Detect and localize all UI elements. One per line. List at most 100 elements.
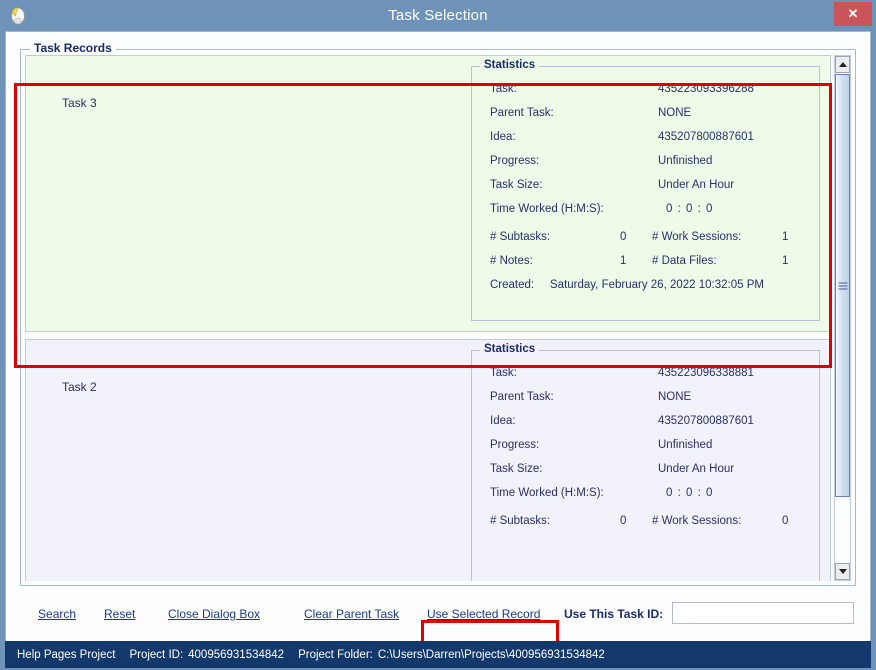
- status-project-id-label: Project ID:: [129, 649, 183, 661]
- stat-row-parent-task: Parent Task: NONE: [472, 107, 819, 131]
- window-title: Task Selection: [0, 7, 876, 24]
- work-sessions-value: 1: [782, 231, 788, 243]
- use-selected-label: se Selected Record: [436, 607, 541, 621]
- stat-row-task: Task: 435223096338881: [472, 367, 819, 391]
- task-record-row[interactable]: Task 2 Statistics Task: 435223096338881: [25, 339, 831, 581]
- stat-row-progress: Progress: Unfinished: [472, 439, 819, 463]
- subtasks-value: 0: [620, 515, 626, 527]
- clear-parent-label: arent Task: [344, 607, 399, 621]
- subtasks-value: 0: [620, 231, 626, 243]
- parent-task-value: NONE: [658, 107, 691, 119]
- stat-row-notes-datafiles: # Notes: 1 # Data Files: 1: [472, 255, 819, 279]
- subtasks-label: # Subtasks:: [490, 515, 550, 527]
- idea-value: 435207800887601: [658, 131, 754, 143]
- work-sessions-label: # Work Sessions:: [652, 515, 741, 527]
- time-worked-value: 0 : 0 : 0: [666, 487, 713, 499]
- notes-label: # Notes:: [490, 255, 533, 267]
- data-files-label: # Data Files:: [652, 255, 717, 267]
- reset-mnemonic: R: [104, 607, 113, 621]
- close-button[interactable]: ✕: [834, 2, 872, 26]
- stat-row-created: Created: Saturday, February 26, 2022 10:…: [472, 279, 819, 303]
- statistics-groupbox: Statistics Task: 435223096338881 Parent …: [471, 350, 820, 581]
- use-this-task-id-input[interactable]: [672, 602, 854, 624]
- use-this-task-id-label: Use This Task ID:: [564, 607, 663, 621]
- use-selected-mnemonic: U: [427, 607, 436, 621]
- statistics-groupbox: Statistics Task: 435223093396288 Parent …: [471, 66, 820, 321]
- progress-value: Unfinished: [658, 155, 712, 167]
- task-selection-window: Task Selection ✕ Task Records Task 3 Sta…: [0, 0, 876, 670]
- task-label: Task:: [490, 367, 517, 379]
- scrollbar-thumb[interactable]: [835, 74, 850, 497]
- close-dialog-mnemonic: C: [168, 607, 177, 621]
- parent-task-label: Parent Task:: [490, 107, 554, 119]
- progress-value: Unfinished: [658, 439, 712, 451]
- task-size-value: Under An Hour: [658, 463, 734, 475]
- task-size-label: Task Size:: [490, 463, 542, 475]
- arrow-up-icon: [839, 62, 847, 67]
- records-area: Task 3 Statistics Task: 435223093396288: [25, 55, 851, 581]
- task-value: 435223093396288: [658, 83, 754, 95]
- reset-button[interactable]: Reset: [104, 607, 135, 621]
- clear-parent-pre: Clear: [304, 607, 336, 621]
- status-project-folder-label: Project Folder:: [298, 649, 373, 661]
- status-project-name: Help Pages Project: [17, 649, 115, 661]
- status-project-id-value: 400956931534842: [188, 649, 284, 661]
- subtasks-label: # Subtasks:: [490, 231, 550, 243]
- clear-parent-task-button[interactable]: Clear Parent Task: [304, 607, 399, 621]
- task-label: Task:: [490, 83, 517, 95]
- status-project-folder-value: C:\Users\Darren\Projects\400956931534842: [378, 649, 605, 661]
- record-name: Task 2: [62, 380, 97, 394]
- bottom-toolbar: Search Reset Close Dialog Box Clear Pare…: [20, 596, 856, 641]
- statistics-rows: Task: 435223093396288 Parent Task: NONE …: [472, 67, 819, 303]
- stat-row-idea: Idea: 435207800887601: [472, 131, 819, 155]
- stat-row-idea: Idea: 435207800887601: [472, 415, 819, 439]
- progress-label: Progress:: [490, 439, 539, 451]
- task-records-groupbox: Task Records Task 3 Statistics Task:: [20, 49, 856, 586]
- stat-row-subtasks-sessions: # Subtasks: 0 # Work Sessions: 0: [472, 515, 819, 539]
- idea-label: Idea:: [490, 131, 516, 143]
- stat-row-subtasks-sessions: # Subtasks: 0 # Work Sessions: 1: [472, 231, 819, 255]
- data-files-value: 1: [782, 255, 788, 267]
- time-worked-label: Time Worked (H:M:S):: [490, 487, 604, 499]
- time-worked-value: 0 : 0 : 0: [666, 203, 713, 215]
- work-sessions-value: 0: [782, 515, 788, 527]
- app-mouse-icon: [7, 4, 29, 26]
- progress-label: Progress:: [490, 155, 539, 167]
- search-label: earch: [46, 607, 76, 621]
- parent-task-value: NONE: [658, 391, 691, 403]
- close-dialog-box-button[interactable]: Close Dialog Box: [168, 607, 260, 621]
- client-area: Task Records Task 3 Statistics Task:: [5, 31, 871, 641]
- use-selected-record-button[interactable]: Use Selected Record: [427, 607, 540, 621]
- stat-row-time-worked: Time Worked (H:M:S): 0 : 0 : 0: [472, 487, 819, 515]
- records-vertical-scrollbar[interactable]: [834, 55, 851, 581]
- idea-value: 435207800887601: [658, 415, 754, 427]
- statusbar: Help Pages Project Project ID: 400956931…: [5, 641, 871, 668]
- scroll-up-button[interactable]: [835, 56, 850, 73]
- task-size-value: Under An Hour: [658, 179, 734, 191]
- clear-parent-mnemonic: P: [336, 607, 344, 621]
- record-name: Task 3: [62, 96, 97, 110]
- record-name-column: Task 3: [26, 56, 469, 331]
- reset-label: eset: [113, 607, 136, 621]
- scroll-down-button[interactable]: [835, 563, 850, 580]
- created-label: Created:: [490, 279, 534, 291]
- arrow-down-icon: [839, 569, 847, 574]
- titlebar: Task Selection ✕: [0, 0, 876, 31]
- task-records-title: Task Records: [30, 41, 116, 55]
- work-sessions-label: # Work Sessions:: [652, 231, 741, 243]
- search-button[interactable]: Search: [38, 607, 76, 621]
- created-value: Saturday, February 26, 2022 10:32:05 PM: [550, 279, 764, 291]
- stat-row-progress: Progress: Unfinished: [472, 155, 819, 179]
- stat-row-time-worked: Time Worked (H:M:S): 0 : 0 : 0: [472, 203, 819, 231]
- statistics-rows: Task: 435223096338881 Parent Task: NONE …: [472, 351, 819, 539]
- scrollbar-grip-icon: [838, 282, 847, 289]
- task-record-row[interactable]: Task 3 Statistics Task: 435223093396288: [25, 55, 831, 332]
- time-worked-label: Time Worked (H:M:S):: [490, 203, 604, 215]
- parent-task-label: Parent Task:: [490, 391, 554, 403]
- idea-label: Idea:: [490, 415, 516, 427]
- notes-value: 1: [620, 255, 626, 267]
- task-size-label: Task Size:: [490, 179, 542, 191]
- close-dialog-label: lose Dialog Box: [177, 607, 260, 621]
- task-value: 435223096338881: [658, 367, 754, 379]
- records-list: Task 3 Statistics Task: 435223093396288: [25, 55, 831, 581]
